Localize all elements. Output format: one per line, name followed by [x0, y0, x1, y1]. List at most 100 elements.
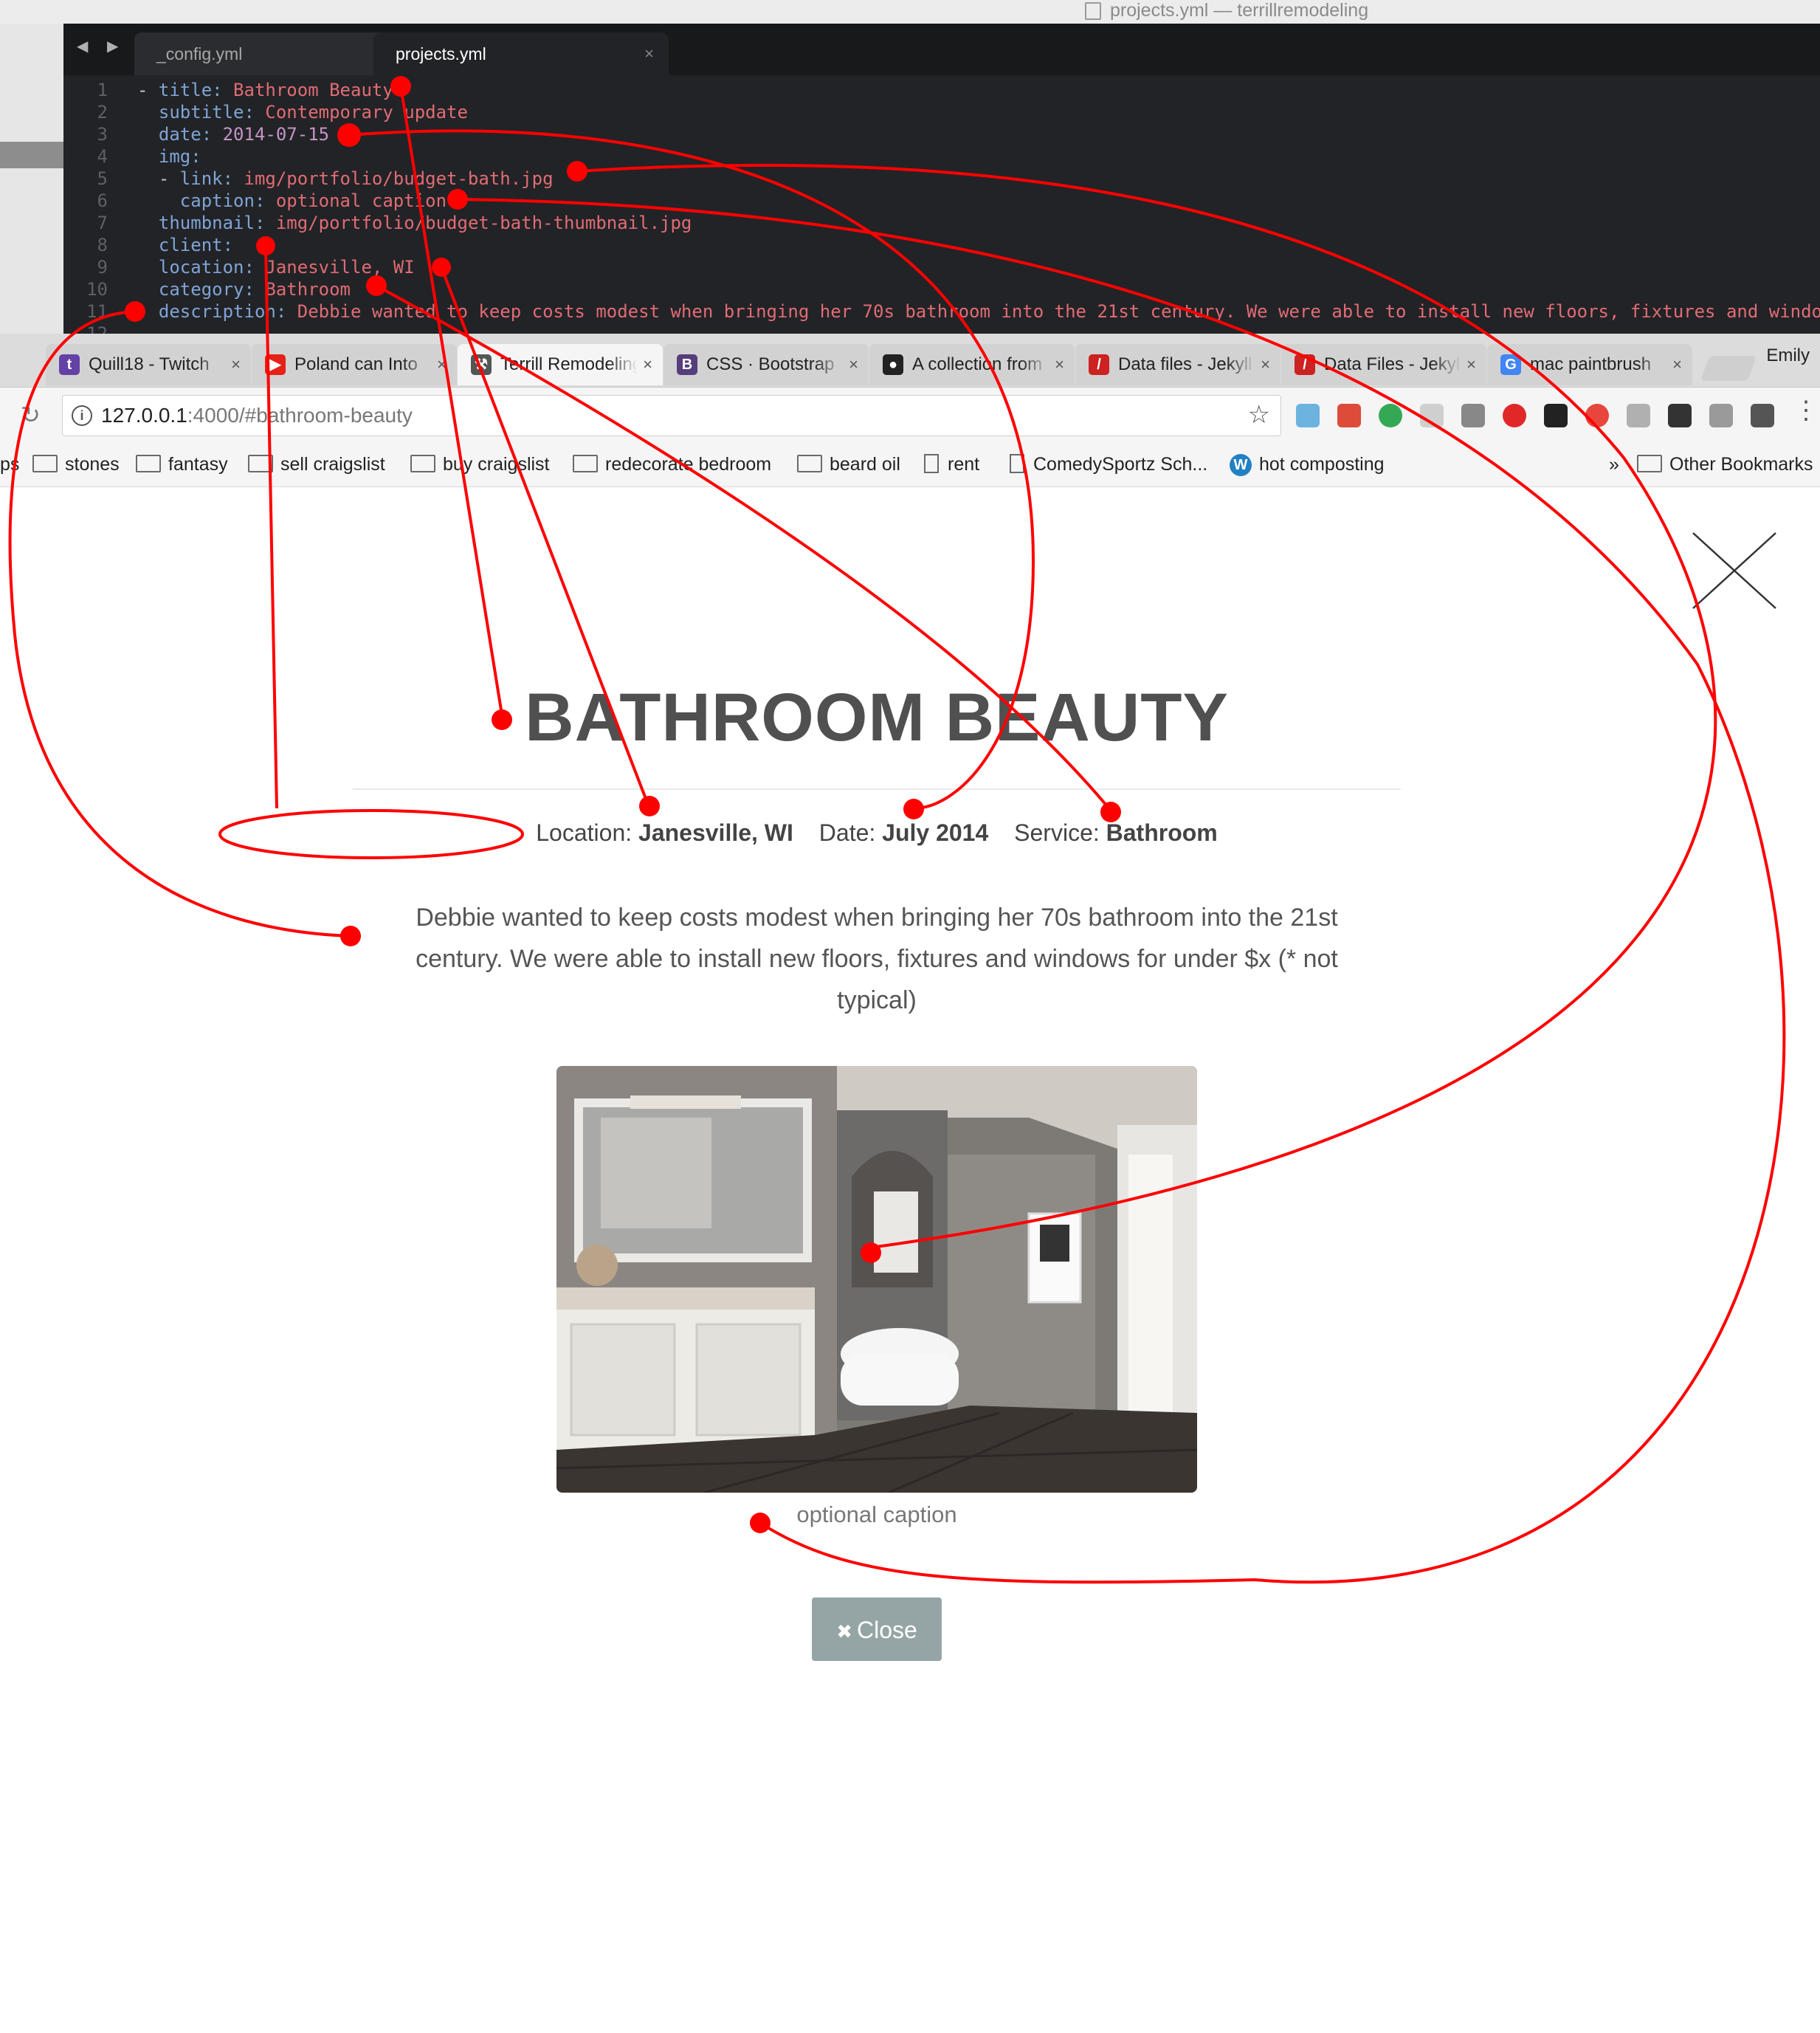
- bookmark-item[interactable]: ComedySportz Sch...: [1010, 444, 1207, 485]
- browser-tab[interactable]: ⚒ Terrill Remodeling ×: [458, 344, 663, 385]
- code-line[interactable]: category: Bathroom: [137, 279, 351, 300]
- yaml-value: Contemporary update: [254, 102, 468, 123]
- extension-icon[interactable]: [1544, 404, 1568, 427]
- code-line[interactable]: thumbnail: img/portfolio/budget-bath-thu…: [137, 213, 692, 233]
- close-tab-icon[interactable]: ×: [1261, 344, 1270, 385]
- browser-tab[interactable]: ● A collection from ×: [869, 344, 1075, 385]
- editor-tab-label: projects.yml: [396, 44, 486, 63]
- bookmark-item[interactable]: rent: [924, 444, 979, 485]
- reload-icon[interactable]: ↻: [21, 401, 41, 429]
- info-icon[interactable]: i: [72, 405, 92, 426]
- extension-icon[interactable]: [1461, 404, 1485, 427]
- code-line[interactable]: subtitle: Contemporary update: [137, 102, 468, 123]
- editor-title-text: projects.yml — terrillremodeling: [1110, 0, 1369, 21]
- code-line[interactable]: caption: optional caption: [137, 190, 447, 211]
- extension-icon[interactable]: [1296, 404, 1320, 427]
- code-line[interactable]: date: 2014-07-15: [137, 124, 329, 145]
- other-bookmarks[interactable]: Other Bookmarks: [1637, 444, 1813, 485]
- yaml-value: Janesville, WI: [254, 257, 415, 278]
- extension-icon[interactable]: [1379, 404, 1402, 427]
- browser-tab[interactable]: ▶ Poland can Into ×: [252, 344, 457, 385]
- address-bar[interactable]: i 127.0.0.1:4000/#bathroom-beauty ☆: [62, 395, 1281, 436]
- folder-icon: [1637, 455, 1662, 473]
- extension-icon[interactable]: [1751, 404, 1774, 427]
- close-button-label: Close: [856, 1617, 917, 1643]
- browser-tabstrip: t Quill18 - Twitch × ▶ Poland can Into × ⚒ Terr…: [0, 334, 1820, 388]
- close-tab-icon[interactable]: ×: [644, 32, 654, 75]
- browser-tab[interactable]: / Data files - Jekyll ×: [1075, 344, 1280, 385]
- yaml-value: img/portfolio/budget-bath.jpg: [233, 168, 554, 189]
- line-number: 1: [97, 80, 108, 100]
- url-text[interactable]: 127.0.0.1:4000/#bathroom-beauty: [101, 396, 413, 436]
- url-host: 127.0.0.1: [101, 404, 187, 427]
- extension-icon[interactable]: [1337, 404, 1361, 427]
- bookmark-star-icon[interactable]: ☆: [1248, 400, 1270, 430]
- browser-menu-icon[interactable]: ⋮: [1793, 398, 1819, 423]
- close-tab-icon[interactable]: ×: [643, 344, 652, 385]
- editor-tab-projects[interactable]: projects.yml ×: [373, 32, 669, 75]
- folder-icon: [797, 455, 822, 473]
- bookmark-item[interactable]: sell craigslist: [248, 444, 385, 485]
- sidebar-selection: [0, 142, 63, 168]
- code-line[interactable]: location: Janesville, WI: [137, 257, 415, 278]
- code-line[interactable]: img:: [137, 146, 201, 167]
- bookmark-cut-off[interactable]: ps: [0, 444, 19, 485]
- close-tab-icon[interactable]: ×: [231, 344, 241, 385]
- browser-tab[interactable]: / Data Files - Jekyll ×: [1281, 344, 1486, 385]
- bookmark-label: stones: [65, 454, 120, 475]
- project-meta: Location: Janesville, WI Date: July 2014…: [0, 819, 1754, 847]
- extension-icon[interactable]: [1503, 404, 1526, 427]
- close-button[interactable]: ✖ Close: [812, 1597, 942, 1661]
- line-number: 5: [97, 168, 108, 189]
- profile-name[interactable]: Emily: [1766, 345, 1810, 366]
- bookmark-item[interactable]: beard oil: [797, 444, 900, 485]
- jekyll-icon: /: [1295, 354, 1315, 375]
- yaml-key: img:: [158, 146, 201, 167]
- bookmark-item[interactable]: fantasy: [136, 444, 228, 485]
- extension-icon[interactable]: [1668, 404, 1692, 427]
- close-tab-icon[interactable]: ×: [1672, 344, 1682, 385]
- page-icon: [924, 454, 939, 474]
- new-tab-button[interactable]: [1700, 356, 1757, 381]
- line-number: 11: [86, 301, 108, 322]
- yaml-key: description:: [158, 301, 287, 322]
- browser-tab[interactable]: B CSS · Bootstrap ×: [663, 344, 869, 385]
- code-line[interactable]: description: Debbie wanted to keep costs…: [137, 301, 1820, 322]
- tab-nav-arrows-icon[interactable]: ◀ ▶: [77, 37, 125, 55]
- browser-tab[interactable]: Gmac paintbrush ×: [1487, 344, 1692, 385]
- bookmark-item[interactable]: redecorate bedroom: [573, 444, 771, 485]
- close-tab-icon[interactable]: ×: [849, 344, 858, 385]
- close-tab-icon[interactable]: ×: [437, 344, 447, 385]
- bookmark-item[interactable]: Whot composting: [1230, 444, 1385, 485]
- bookmark-item[interactable]: stones: [32, 444, 120, 485]
- yaml-key: caption:: [179, 190, 266, 211]
- browser-tab[interactable]: t Quill18 - Twitch ×: [46, 344, 251, 385]
- location-value: Janesville, WI: [638, 819, 793, 846]
- code-line[interactable]: - link: img/portfolio/budget-bath.jpg: [137, 168, 554, 189]
- close-tab-icon[interactable]: ×: [1055, 344, 1064, 385]
- browser-tab-label: Terrill Remodeling: [500, 344, 638, 385]
- close-modal-icon[interactable]: [1690, 530, 1779, 611]
- line-number: 2: [97, 102, 108, 123]
- photo-caption: optional caption: [796, 1501, 957, 1527]
- code-line[interactable]: client:: [137, 235, 233, 255]
- code-area[interactable]: 123456789101112- title: Bathroom Beauty …: [63, 75, 1820, 344]
- bookmarks-overflow-icon[interactable]: »: [1609, 444, 1619, 485]
- page-icon: [1010, 454, 1024, 474]
- extension-icon[interactable]: [1627, 404, 1650, 427]
- yaml-value: 2014-07-15: [212, 124, 330, 145]
- bookmark-item[interactable]: buy craigslist: [410, 444, 550, 485]
- extension-icon[interactable]: [1585, 404, 1609, 427]
- service-label: Service:: [1014, 819, 1100, 846]
- extension-icon[interactable]: [1709, 404, 1733, 427]
- extension-icon[interactable]: [1420, 404, 1444, 427]
- line-number: 10: [86, 279, 108, 300]
- code-line[interactable]: - title: Bathroom Beauty: [137, 80, 393, 100]
- github-icon: ●: [883, 354, 903, 375]
- close-tab-icon[interactable]: ×: [1466, 344, 1476, 385]
- folder-icon: [410, 455, 435, 473]
- bootstrap-icon: B: [677, 354, 697, 375]
- date-value: July 2014: [882, 819, 989, 846]
